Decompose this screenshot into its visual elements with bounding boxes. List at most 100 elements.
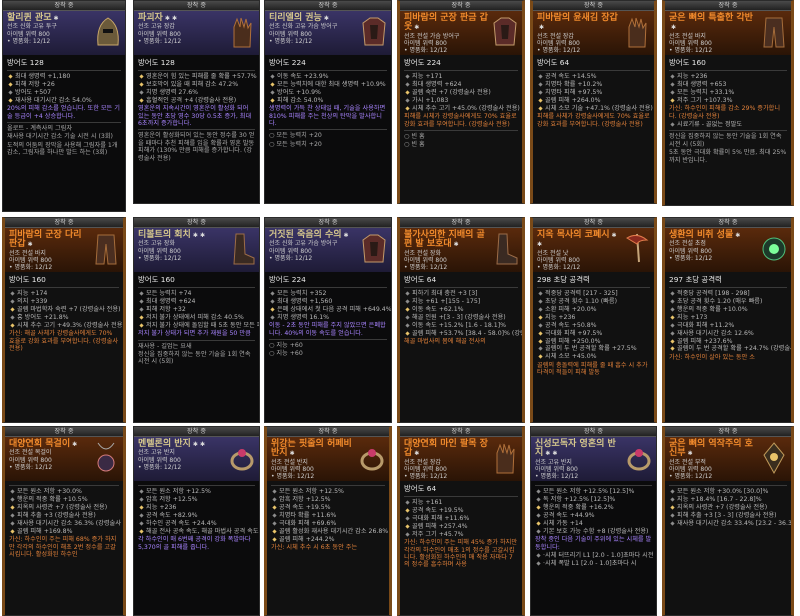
item-armor: 방어도 224 — [269, 275, 306, 284]
equipped-tab[interactable]: 장착 중 — [400, 1, 522, 11]
star-icon: ✱ — [289, 450, 295, 458]
boot-icon — [228, 232, 256, 266]
item-stat: 피해를 시체가 강령술사에게도 70% 효율로 강화 효과를 부여합니다. (강… — [404, 113, 517, 128]
item-name: 불가사의한 지배의 골편 발 보호대 ✱ — [404, 230, 485, 250]
item-name: 피바람의 윤새김 장갑✱ — [537, 13, 618, 32]
item-stat: 골렘 피해 +264.0% — [537, 97, 650, 104]
item-body: 방어도 224 지능 +171 최대 생명력 +624 골렘 숙련 +7 (강령술사 … — [400, 55, 522, 152]
glove-icon — [623, 15, 651, 49]
item-stat: 저주 그기 +45.7% — [404, 531, 518, 538]
item-subtitle: • 명품화: 12/12 — [271, 473, 315, 481]
armor-icon — [360, 232, 388, 266]
equipped-tab[interactable]: 장착 중 — [5, 427, 123, 437]
item-stat: ·시체 폭발 L1 [2.0 - 1.0]초마다 시 — [535, 560, 652, 567]
item-body: 방어도 160 지능 +236 최대 생명력 +653 모든 능력치 +33.1% 저주… — [665, 55, 791, 167]
item-header: 대양연회 마인 팔목 장갑 ✱ 선조 전설 장갑 아이템 위력 800 • 명품화: 1… — [400, 437, 522, 481]
armor-icon — [491, 15, 519, 49]
item-stat: 시체 소모 기술 +47.1% (강령술사 전용) — [537, 105, 653, 112]
extra-line: 올로트 - 계측사의 그림자 — [7, 125, 73, 132]
item-stat: 피하기 최대 충전 +3 [3] — [404, 290, 518, 297]
item-body: 모든 원소 저항 +12.5% [12.5]% 독 저항 +12.5% [12.5… — [531, 481, 656, 570]
item-stat: 기본 보호 가능 수함 +8 (강령술사 전용) — [535, 528, 652, 535]
equipped-tab[interactable]: 장착 중 — [400, 427, 522, 437]
item-header: 티볼트의 회치 ✱ ✱ 선조 고유 장화 아이템 위력 800 • 명품화: 12/12 — [134, 228, 259, 272]
item-stat: 해골 마법사의 몸에 해골 전사의 — [404, 338, 486, 345]
item-stat: 20%의 피해 감소를 얻습니다. 또한 모든 기술 등급이 +4 상승합니다. — [7, 105, 120, 120]
item-subtitle: • 명품화: 12/12 — [7, 37, 51, 45]
item-subtitle: 선조 전설 바지 — [669, 32, 706, 40]
item-stat: 행운의 적중 확률 +10.0% — [669, 306, 787, 313]
equipped-tab[interactable]: 장착 중 — [533, 1, 654, 11]
item-tooltip-card: 장착 중 거짓된 죽음의 수의 ✱ 선조 신화 고유 가슴 방어구 아이템 위력 800… — [264, 217, 392, 423]
equipped-tab[interactable]: 장착 중 — [134, 1, 259, 11]
item-body: 모든 원소 저항 +30.0% 행운의 적중 확률 +10.5% 지옥의 사령관 +… — [5, 481, 123, 561]
item-stat: 모든 원소 저항 +12.5% [12.5]% — [535, 488, 652, 495]
item-stat: 가신: 시체 추수 시 6초 동안 주는 — [271, 544, 358, 552]
item-body: 모든 원소 저항 +12.5% 암흑 저항 +12.5% 지능 +236 공격 속도 … — [134, 481, 259, 554]
item-stat: 행운의 적중 확률 +10.5% — [9, 496, 119, 503]
talisman-icon — [760, 441, 788, 475]
item-stat: 골렘 피해 +237.6% — [669, 338, 787, 345]
equipped-tab[interactable]: 장착 중 — [665, 1, 791, 11]
item-body: 방어도 128 영혼운이 힘 있는 피해를 줄 확률 +57.7% (강령술사 전… — [134, 55, 259, 165]
item-stat: 치명타 피해 +97.5% — [537, 89, 650, 96]
item-tooltip-card: 장착 중 티리엘의 권능 ✱ 선조 신화 고유 가슴 방어구 아이템 위력 800 • 명… — [264, 0, 392, 204]
item-stat: 시료기류 - 골없는 정말도 — [669, 121, 787, 128]
item-stat: 재사용 대기시간 감소 54.0% — [7, 97, 121, 104]
item-tooltip-card: 장착 중 티볼트의 회치 ✱ ✱ 선조 고유 장화 아이템 위력 800 • 명품화: 1… — [133, 217, 260, 423]
item-header: 피바람의 군장 다리 판갑 ✱ 선조 전설 바지 아이템 위력 800 • 명품화: 1… — [5, 228, 123, 272]
item-stat: 최대 생명력 +1,560 — [269, 298, 387, 305]
equipped-tab[interactable]: 장착 중 — [265, 1, 391, 11]
equipped-tab[interactable]: 장착 중 — [267, 427, 389, 437]
divider — [669, 69, 787, 71]
star-icon: ✱ ✱ — [164, 15, 177, 22]
equipped-tab[interactable]: 장착 중 — [665, 218, 791, 228]
item-subtitle: 선조 전설 초점 — [669, 240, 706, 248]
item-stat: 이동 속도 +23.9% — [269, 73, 387, 80]
helm-icon — [94, 15, 122, 49]
item-tooltip-card: 장착 중 피바람의 군장 판금 갑옷 ✱ 선조 전설 가슴 방어구 아이템 위력 800… — [397, 0, 525, 204]
item-subtitle: • 명품화: 12/12 — [9, 264, 53, 272]
item-header: 파괴자 ✱ ✱ 선조 고유 장갑 아이템 위력 800 • 명품화: 12/12 — [134, 11, 259, 55]
item-subtitle: 선조 전설 장갑 — [404, 458, 441, 466]
item-header: 멘텔론의 반지 ✱ ✱ 선조 고유 반지 아이템 위력 800 • 명품화: 12/12 — [134, 437, 259, 481]
item-stat: 재사용 대기시간 감소 36.3% (강령술사 전용) — [9, 520, 123, 527]
item-stat: 극대화 피해 +11.2% — [669, 322, 787, 329]
equipped-tab[interactable]: 장착 중 — [400, 218, 522, 228]
item-subtitle: 아이템 위력 800 — [138, 456, 181, 464]
equipped-tab[interactable]: 장착 중 — [134, 218, 259, 228]
item-subtitle: 선조 신화 고유 가슴 방어구 — [269, 23, 338, 31]
item-stat: 골렘이 두 번 공격할 확률 +24.7% (강령술사 전용) — [669, 345, 791, 352]
equipped-tab[interactable]: 장착 중 — [3, 1, 125, 11]
item-stat: 각 하수인이 매 6번째 공격이 강화 폭발마다 5,370의 골 피해를 줍니… — [138, 536, 251, 551]
item-stat: 모든 능력치 +352 — [269, 290, 387, 297]
item-subtitle: • 명품화: 12/12 — [138, 37, 182, 45]
divider — [269, 69, 387, 71]
equipped-tab[interactable]: 장착 중 — [665, 427, 791, 437]
item-armor: 방어도 128 — [7, 58, 44, 67]
item-stat: 모든 원소 저항 +12.5% — [271, 488, 385, 495]
item-subtitle: 선조 전설 목걸이 — [9, 449, 52, 457]
item-stat: 공격 속도 +50.8% — [537, 322, 650, 329]
item-stat: 골렘 마법학자 숙련 +7 (강령술사 전용) — [9, 306, 120, 313]
equipped-tab[interactable]: 장착 중 — [265, 218, 391, 228]
item-tooltip-card: 장착 중 피바람의 윤새김 장갑✱ 선조 전설 장갑 아이템 위력 800 • 명품화:… — [530, 0, 657, 204]
item-tooltip-card: 장착 중 신성모독자 영혼의 반지 ✱ ✱ 선조 고유 반지 아이템 위력 800 • 명… — [530, 426, 657, 616]
item-armor: 297 초당 공격력 — [669, 275, 722, 284]
equipped-tab[interactable]: 장착 중 — [5, 218, 123, 228]
item-stat: 방어도 +507 — [7, 89, 121, 96]
extra-line: 5초 동안 극대화 확률이 5% 만큼, 최대 25%까지 반입니다. — [669, 149, 787, 164]
item-subtitle: 선조 전설 장갑 — [537, 32, 574, 40]
extra-line: ○ 지능 +60 — [269, 342, 303, 349]
extra-line: 영혼운이 활성화되어 있는 동안 정수를 30 얻을 때마다 추천 피해를 입을… — [138, 132, 255, 162]
equipped-tab[interactable]: 장착 중 — [533, 218, 654, 228]
item-name: 신성모독자 영혼의 반지 ✱ ✱ — [535, 439, 616, 459]
item-stat: 독 저항 +12.5% [12.5]% — [535, 496, 652, 503]
item-name: 대양연회 마인 팔목 장갑 ✱ — [404, 439, 488, 459]
item-header: 생환의 비취 성물 ✱ 선조 전설 초점 아이템 위력 800 • 명품화: 12/12 — [665, 228, 791, 272]
item-name: 피바람의 군장 판금 갑옷 ✱ — [404, 13, 488, 33]
divider — [269, 339, 387, 340]
equipped-tab[interactable]: 장착 중 — [134, 427, 259, 437]
equipped-tab[interactable]: 장착 중 — [531, 427, 656, 437]
item-stat: 피해 저항 +32 — [138, 306, 255, 313]
